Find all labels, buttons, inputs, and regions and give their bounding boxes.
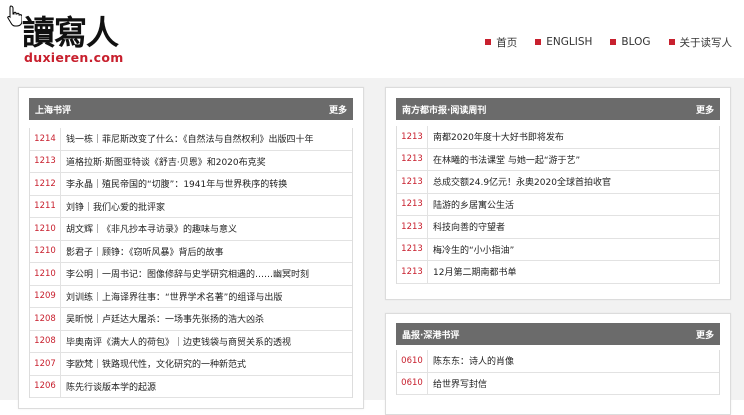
- item-title: 给世界写封信: [433, 379, 488, 390]
- site-logo[interactable]: 讀寫人 duxieren.com: [22, 6, 132, 68]
- item-title: 钱一栋｜菲尼斯改变了什么：《自然法与自然权利》出版四十年: [66, 135, 314, 146]
- nav-bullet-icon: [535, 39, 542, 45]
- list-item[interactable]: 1207 李欧梵｜铁路现代性，文化研究的一种新范式: [30, 353, 352, 376]
- panel-header: 上海书评 更多: [29, 98, 353, 120]
- article-list: 0610 陈东东：诗人的肖像 0610 给世界写封信: [396, 350, 720, 395]
- item-title: 12月第二期南都书单: [433, 268, 517, 279]
- list-item[interactable]: 1213 总成交额24.9亿元！永奥2020全球首拍收官: [397, 171, 719, 194]
- item-date: 1209: [30, 285, 61, 307]
- item-date: 1213: [397, 193, 428, 215]
- list-item[interactable]: 1213 科技向善的守望者: [397, 216, 719, 239]
- nav-item-blog[interactable]: BLOG: [610, 36, 651, 48]
- nav-bullet-icon: [668, 39, 675, 45]
- panel-title: 晶报·深港书评: [402, 330, 460, 341]
- item-date: 1211: [30, 195, 61, 217]
- more-link[interactable]: 更多: [329, 103, 347, 116]
- item-title: 吴昕悦｜卢廷达大屠杀：一场事先张扬的浩大凶杀: [66, 315, 265, 326]
- article-list: 1213 南都2020年度十大好书即将发布 1213 在林曦的书法课堂 与她一起“游…: [396, 126, 720, 284]
- item-date: 1213: [397, 216, 428, 238]
- item-title: 在林曦的书法课堂 与她一起“游于艺”: [433, 155, 581, 166]
- item-title: 总成交额24.9亿元！永奥2020全球首拍收官: [433, 178, 611, 189]
- item-date: 1212: [30, 173, 61, 195]
- item-date: 1207: [30, 353, 61, 375]
- item-date: 1213: [30, 150, 61, 172]
- item-title: 陆游的乡居寓公生活: [433, 200, 515, 211]
- list-item[interactable]: 1214 钱一栋｜菲尼斯改变了什么：《自然法与自然权利》出版四十年: [30, 128, 352, 151]
- nav-label: 关于读写人: [679, 36, 733, 49]
- list-item[interactable]: 1210 胡文辉｜《非凡抄本寻访录》的趣味与意义: [30, 218, 352, 241]
- item-date: 1208: [30, 308, 61, 330]
- item-title: 陈先行谈版本学的起源: [66, 382, 157, 393]
- list-item[interactable]: 1210 影君子｜顾铮：《窃听风暴》背后的故事: [30, 240, 352, 263]
- list-item[interactable]: 1212 李永晶｜殖民帝国的“切腹”：1941年与世界秩序的转换: [30, 173, 352, 196]
- article-list: 1214 钱一栋｜菲尼斯改变了什么：《自然法与自然权利》出版四十年 1213 道格拉…: [29, 128, 353, 398]
- list-item[interactable]: 1208 毕奥南评《满大人的荷包》｜边吏钱袋与商贸关系的透视: [30, 330, 352, 353]
- list-item[interactable]: 1213 陆游的乡居寓公生活: [397, 193, 719, 216]
- item-title: 李欧梵｜铁路现代性，文化研究的一种新范式: [66, 360, 247, 371]
- item-date: 0610: [397, 350, 428, 372]
- list-item[interactable]: 1213 南都2020年度十大好书即将发布: [397, 126, 719, 149]
- more-link[interactable]: 更多: [696, 328, 714, 341]
- mouse-pointer-icon: [7, 5, 22, 27]
- item-title: 科技向善的守望者: [433, 223, 506, 234]
- list-item[interactable]: 1211 刘铮｜我们心爱的批评家: [30, 195, 352, 218]
- item-date: 1208: [30, 330, 61, 352]
- item-title: 李公明｜一周书记：图像修辞与史学研究相遇的……幽冥时刻: [66, 270, 310, 281]
- more-link[interactable]: 更多: [696, 103, 714, 116]
- list-item[interactable]: 1213 12月第二期南都书单: [397, 261, 719, 284]
- item-title: 梅冷生的“小小指油”: [433, 245, 515, 256]
- panel-shanghai-review: 上海书评 更多 1214 钱一栋｜菲尼斯改变了什么：《自然法与自然权利》出版四十年…: [18, 87, 364, 409]
- nav-item-about[interactable]: 关于读写人: [668, 35, 733, 50]
- item-title: 李永晶｜殖民帝国的“切腹”：1941年与世界秩序的转换: [66, 180, 288, 191]
- item-date: 1206: [30, 375, 61, 397]
- item-title: 影君子｜顾铮：《窃听风暴》背后的故事: [66, 247, 224, 258]
- nav-label: 首页: [496, 36, 518, 49]
- nav-item-english[interactable]: ENGLISH: [535, 36, 592, 48]
- item-title: 刘训练｜上海译界往事：“世界学术名著”的组译与出版: [66, 292, 283, 303]
- list-item[interactable]: 1209 刘训练｜上海译界往事：“世界学术名著”的组译与出版: [30, 285, 352, 308]
- nav-bullet-icon: [610, 39, 617, 45]
- list-item[interactable]: 1208 吴昕悦｜卢廷达大屠杀：一场事先张扬的浩大凶杀: [30, 308, 352, 331]
- item-date: 1210: [30, 263, 61, 285]
- item-title: 陈东东：诗人的肖像: [433, 357, 515, 368]
- nav-bullet-icon: [485, 39, 492, 45]
- item-date: 1213: [397, 126, 428, 148]
- list-item[interactable]: 1213 梅冷生的“小小指油”: [397, 238, 719, 261]
- item-date: 1213: [397, 238, 428, 260]
- panel-southern-metropolis: 南方都市报·阅读周刊 更多 1213 南都2020年度十大好书即将发布 1213 在…: [385, 87, 731, 300]
- item-date: 0610: [397, 372, 428, 394]
- item-date: 1213: [397, 261, 428, 283]
- list-item[interactable]: 1213 道格拉斯·斯图亚特谈《舒吉·贝恩》和2020布克奖: [30, 150, 352, 173]
- item-title: 南都2020年度十大好书即将发布: [433, 133, 564, 144]
- list-item[interactable]: 1210 李公明｜一周书记：图像修辞与史学研究相遇的……幽冥时刻: [30, 263, 352, 286]
- panel-header: 晶报·深港书评 更多: [396, 323, 720, 345]
- item-date: 1214: [30, 128, 61, 150]
- list-item[interactable]: 1213 在林曦的书法课堂 与她一起“游于艺”: [397, 148, 719, 171]
- item-title: 刘铮｜我们心爱的批评家: [66, 202, 166, 213]
- nav-label: ENGLISH: [546, 36, 593, 48]
- item-date: 1213: [397, 148, 428, 170]
- list-item[interactable]: 0610 陈东东：诗人的肖像: [397, 350, 719, 373]
- list-item[interactable]: 1206 陈先行谈版本学的起源: [30, 375, 352, 398]
- item-date: 1210: [30, 218, 61, 240]
- list-item[interactable]: 0610 给世界写封信: [397, 372, 719, 395]
- nav-label: BLOG: [621, 36, 651, 48]
- item-title: 道格拉斯·斯图亚特谈《舒吉·贝恩》和2020布克奖: [66, 157, 266, 168]
- panel-header: 南方都市报·阅读周刊 更多: [396, 98, 720, 120]
- logo-url: duxieren.com: [24, 50, 124, 65]
- panel-title: 上海书评: [35, 105, 72, 116]
- top-nav: 首页 ENGLISH BLOG 关于读写人: [467, 35, 732, 49]
- item-title: 毕奥南评《满大人的荷包》｜边吏钱袋与商贸关系的透视: [66, 337, 292, 348]
- item-title: 胡文辉｜《非凡抄本寻访录》的趣味与意义: [66, 225, 238, 236]
- item-date: 1213: [397, 171, 428, 193]
- item-date: 1210: [30, 240, 61, 262]
- logo-text: 讀寫人: [22, 13, 119, 52]
- nav-item-home[interactable]: 首页: [485, 35, 517, 50]
- panel-title: 南方都市报·阅读周刊: [402, 105, 487, 116]
